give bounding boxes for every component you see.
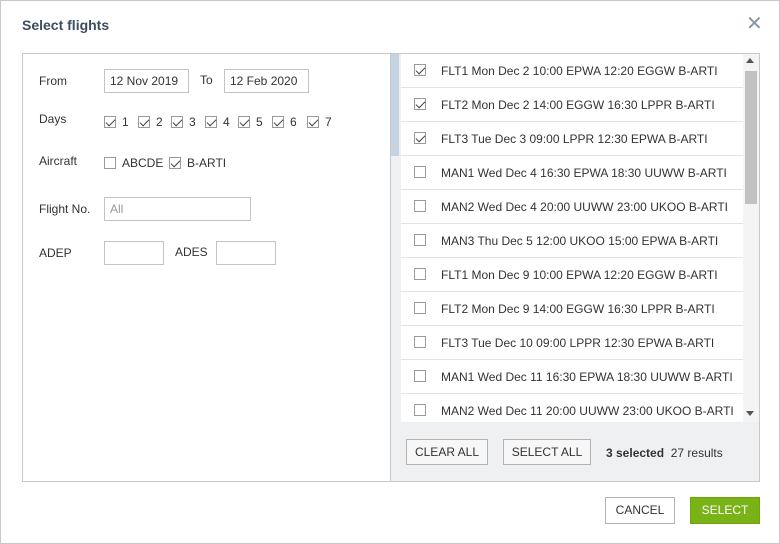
clear-all-button[interactable]: CLEAR ALL xyxy=(406,439,488,465)
day-checkbox-3[interactable]: 3 xyxy=(171,115,196,129)
flight-label: MAN3 Thu Dec 5 12:00 UKOO 15:00 EPWA B-A… xyxy=(441,234,719,248)
dialog-title: Select flights xyxy=(22,17,110,33)
filters-panel: From To Days 1 2 3 4 5 6 7 Aircraft ABCDE B-ART… xyxy=(23,54,391,481)
checkbox[interactable] xyxy=(171,116,183,128)
flight-checkbox[interactable] xyxy=(414,234,426,246)
flight-label: FLT1 Mon Dec 2 10:00 EPWA 12:20 EGGW B-A… xyxy=(441,64,718,78)
flight-label: FLT2 Mon Dec 2 14:00 EGGW 16:30 LPPR B-A… xyxy=(441,98,715,112)
checkbox[interactable] xyxy=(104,116,116,128)
flight-row[interactable]: FLT3 Tue Dec 10 09:00 LPPR 12:30 EPWA B-… xyxy=(401,326,743,360)
checkbox[interactable] xyxy=(272,116,284,128)
flight-row[interactable]: MAN2 Wed Dec 4 20:00 UUWW 23:00 UKOO B-A… xyxy=(401,190,743,224)
aircraft-label: ABCDE xyxy=(122,156,164,170)
aircraft-label: B-ARTI xyxy=(187,156,227,170)
to-date-input[interactable] xyxy=(224,69,309,93)
selected-count: 3 selected xyxy=(606,446,665,460)
flight-row[interactable]: MAN2 Wed Dec 11 20:00 UUWW 23:00 UKOO B-… xyxy=(401,394,743,422)
flight-row[interactable]: MAN3 Thu Dec 5 12:00 UKOO 15:00 EPWA B-A… xyxy=(401,224,743,258)
flight-row[interactable]: FLT1 Mon Dec 9 10:00 EPWA 12:20 EGGW B-A… xyxy=(401,258,743,292)
select-all-button[interactable]: SELECT ALL xyxy=(503,439,591,465)
flight-checkbox[interactable] xyxy=(414,370,426,382)
day-label: 3 xyxy=(189,115,196,129)
day-checkbox-4[interactable]: 4 xyxy=(205,115,230,129)
checkbox[interactable] xyxy=(205,116,217,128)
results-count: 27 results xyxy=(670,446,723,460)
from-date-input[interactable] xyxy=(104,69,189,93)
checkbox[interactable] xyxy=(307,116,319,128)
ades-label: ADES xyxy=(175,245,208,259)
flight-label: MAN2 Wed Dec 11 20:00 UUWW 23:00 UKOO B-… xyxy=(441,404,734,418)
scroll-up-arrow-icon[interactable] xyxy=(746,58,754,63)
close-icon[interactable]: ✕ xyxy=(746,14,763,34)
aircraft-checkbox-2[interactable]: B-ARTI xyxy=(169,156,226,170)
list-scrollbar[interactable] xyxy=(743,54,759,422)
flight-checkbox[interactable] xyxy=(414,336,426,348)
flight-row[interactable]: FLT3 Tue Dec 3 09:00 LPPR 12:30 EPWA B-A… xyxy=(401,122,743,156)
flight-label: MAN1 Wed Dec 4 16:30 EPWA 18:30 UUWW B-A… xyxy=(441,166,727,180)
flight-label: FLT1 Mon Dec 9 10:00 EPWA 12:20 EGGW B-A… xyxy=(441,268,718,282)
day-label: 7 xyxy=(325,115,332,129)
selection-summary: 3 selected 27 results xyxy=(606,446,723,460)
flight-checkbox[interactable] xyxy=(414,166,426,178)
days-label: Days xyxy=(39,112,67,126)
day-label: 4 xyxy=(223,115,230,129)
from-label: From xyxy=(39,74,67,88)
flight-checkbox[interactable] xyxy=(414,302,426,314)
adep-input[interactable] xyxy=(104,241,164,265)
flight-label: FLT3 Tue Dec 10 09:00 LPPR 12:30 EPWA B-… xyxy=(441,336,715,350)
day-checkbox-2[interactable]: 2 xyxy=(138,115,163,129)
day-label: 5 xyxy=(256,115,263,129)
flight-label: MAN2 Wed Dec 4 20:00 UUWW 23:00 UKOO B-A… xyxy=(441,200,728,214)
select-button[interactable]: SELECT xyxy=(690,497,760,524)
flight-row[interactable]: FLT2 Mon Dec 9 14:00 EGGW 16:30 LPPR B-A… xyxy=(401,292,743,326)
day-checkbox-5[interactable]: 5 xyxy=(238,115,263,129)
selection-indicator xyxy=(391,54,399,156)
cancel-button[interactable]: CANCEL xyxy=(605,497,675,524)
flight-checkbox[interactable] xyxy=(414,64,426,76)
aircraft-label: Aircraft xyxy=(39,154,78,168)
flight-list: FLT1 Mon Dec 2 10:00 EPWA 12:20 EGGW B-A… xyxy=(401,54,743,422)
day-checkbox-1[interactable]: 1 xyxy=(104,115,129,129)
day-label: 2 xyxy=(156,115,163,129)
flight-no-input[interactable] xyxy=(104,197,251,221)
day-checkbox-7[interactable]: 7 xyxy=(307,115,332,129)
checkbox[interactable] xyxy=(238,116,250,128)
ades-input[interactable] xyxy=(216,241,276,265)
day-label: 1 xyxy=(122,115,129,129)
scroll-thumb[interactable] xyxy=(745,71,757,204)
flight-checkbox[interactable] xyxy=(414,132,426,144)
dialog-body: From To Days 1 2 3 4 5 6 7 Aircraft ABCDE B-ART… xyxy=(22,53,760,482)
flights-panel: FLT1 Mon Dec 2 10:00 EPWA 12:20 EGGW B-A… xyxy=(391,54,759,481)
aircraft-checkbox-1[interactable]: ABCDE xyxy=(104,156,163,170)
flight-checkbox[interactable] xyxy=(414,200,426,212)
flight-no-label: Flight No. xyxy=(39,202,91,216)
flight-row[interactable]: MAN1 Wed Dec 4 16:30 EPWA 18:30 UUWW B-A… xyxy=(401,156,743,190)
select-flights-dialog: Select flights ✕ From To Days 1 2 3 4 5 6 7 Ai… xyxy=(0,0,780,544)
scroll-down-arrow-icon[interactable] xyxy=(746,411,754,416)
flight-row[interactable]: FLT2 Mon Dec 2 14:00 EGGW 16:30 LPPR B-A… xyxy=(401,88,743,122)
flight-label: FLT3 Tue Dec 3 09:00 LPPR 12:30 EPWA B-A… xyxy=(441,132,708,146)
flight-row[interactable]: FLT1 Mon Dec 2 10:00 EPWA 12:20 EGGW B-A… xyxy=(401,54,743,88)
day-checkbox-6[interactable]: 6 xyxy=(272,115,297,129)
flight-checkbox[interactable] xyxy=(414,404,426,416)
flight-label: FLT2 Mon Dec 9 14:00 EGGW 16:30 LPPR B-A… xyxy=(441,302,715,316)
flight-label: MAN1 Wed Dec 11 16:30 EPWA 18:30 UUWW B-… xyxy=(441,370,733,384)
adep-label: ADEP xyxy=(39,246,72,260)
to-label: To xyxy=(200,73,213,87)
checkbox[interactable] xyxy=(104,157,116,169)
day-label: 6 xyxy=(290,115,297,129)
flight-checkbox[interactable] xyxy=(414,98,426,110)
checkbox[interactable] xyxy=(138,116,150,128)
checkbox[interactable] xyxy=(169,157,181,169)
flight-row[interactable]: MAN1 Wed Dec 11 16:30 EPWA 18:30 UUWW B-… xyxy=(401,360,743,394)
flight-checkbox[interactable] xyxy=(414,268,426,280)
